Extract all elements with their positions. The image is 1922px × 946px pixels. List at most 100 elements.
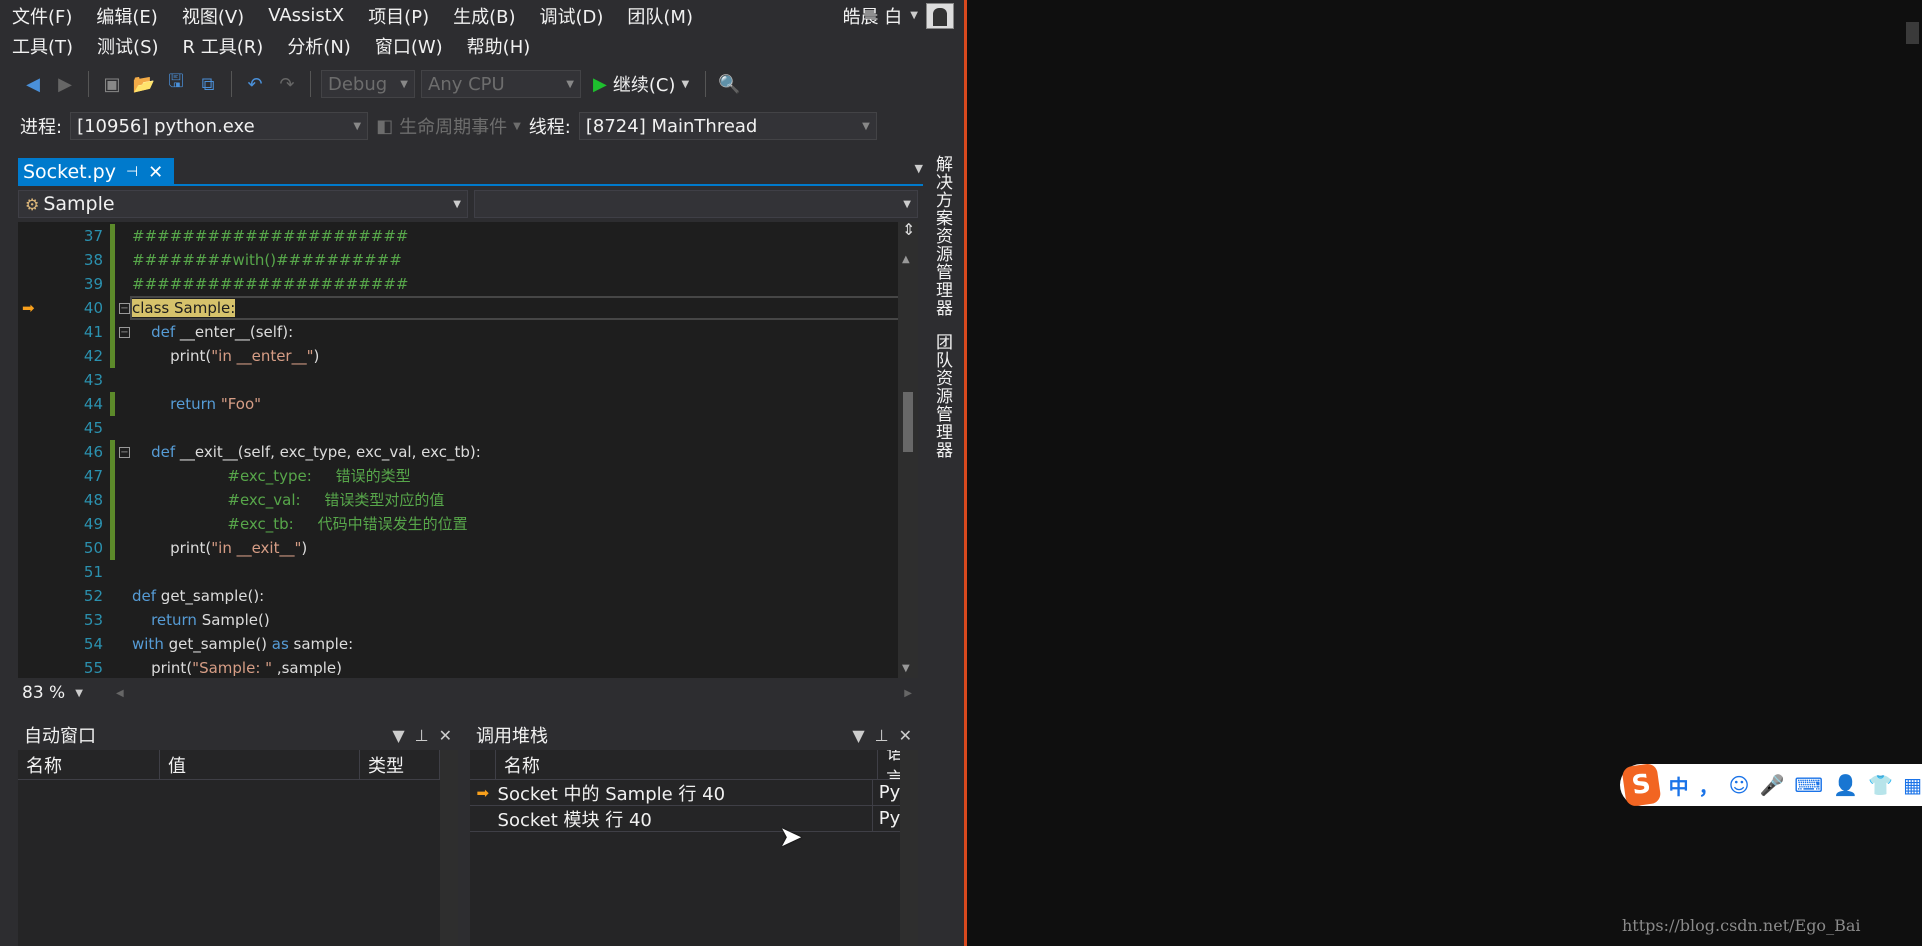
chevron-down-icon[interactable]: ▼ — [681, 79, 689, 90]
back-icon[interactable]: ◀ — [20, 71, 46, 97]
code-line[interactable]: 55 print("Sample: " ,sample) — [18, 656, 898, 678]
code-line[interactable]: 46 − def __exit__(self, exc_type, exc_val… — [18, 440, 898, 464]
user-name[interactable]: 皓晨 白 — [843, 3, 903, 29]
menu-vassistx[interactable]: VAssistX — [256, 5, 356, 26]
tab-solution-explorer[interactable]: 解决方案资源管理器 — [930, 155, 955, 317]
code-line[interactable]: 37 ###################### — [18, 224, 898, 248]
code-line[interactable]: 42 print("in __enter__") — [18, 344, 898, 368]
collapse-icon[interactable]: − — [119, 303, 130, 314]
call-stack-row[interactable]: ➡Socket 中的 Sample 行 40Python — [470, 780, 918, 806]
pin-icon[interactable]: ⊥ — [875, 726, 889, 745]
pin-icon[interactable]: ⊥ — [415, 726, 429, 745]
tab-socket-py[interactable]: Socket.py ⊣ ✕ — [18, 158, 174, 186]
menu-debug[interactable]: 调试(D) — [528, 3, 616, 29]
new-project-icon[interactable]: ▣ — [99, 71, 125, 97]
scroll-down-icon[interactable]: ▼ — [902, 663, 910, 674]
avatar[interactable] — [926, 2, 954, 29]
call-stack-scrollbar[interactable] — [900, 750, 918, 946]
scroll-left-icon[interactable]: ◀ — [116, 688, 124, 699]
split-icon[interactable]: ⇕ — [902, 220, 915, 239]
menu-team[interactable]: 团队(M) — [615, 3, 705, 29]
menu-build[interactable]: 生成(B) — [441, 3, 527, 29]
column-name[interactable]: 名称 — [496, 750, 879, 779]
code-line[interactable]: 44 return "Foo" — [18, 392, 898, 416]
user-account[interactable]: 皓晨 白 ▼ — [843, 0, 954, 31]
type-navigation-select[interactable]: ⚙ Sample ▼ — [18, 190, 468, 218]
collapse-icon[interactable]: − — [119, 447, 130, 458]
microphone-icon[interactable]: 🎤 — [1760, 773, 1785, 797]
find-icon[interactable]: 🔍 — [716, 71, 742, 97]
process-select[interactable]: [10956] python.exe ▼ — [70, 112, 369, 140]
punctuation-icon[interactable]: ， — [1699, 771, 1719, 800]
code-line[interactable]: 45 — [18, 416, 898, 440]
code-line[interactable]: 52 def get_sample(): — [18, 584, 898, 608]
emoji-icon[interactable]: ☺ — [1729, 773, 1750, 797]
keyboard-icon[interactable]: ⌨ — [1794, 773, 1823, 797]
panel-menu-icon[interactable]: ▼ — [392, 726, 404, 745]
code-line[interactable]: 41 − def __enter__(self): — [18, 320, 898, 344]
tab-team-explorer[interactable]: 团队资源管理器 — [930, 333, 955, 459]
panel-menu-icon[interactable]: ▼ — [852, 726, 864, 745]
code-line[interactable]: 39 ###################### — [18, 272, 898, 296]
column-value[interactable]: 值 — [160, 750, 360, 779]
zoom-select[interactable]: 83 % ▼ — [18, 683, 110, 703]
code-line[interactable]: 49 #exc_tb: 代码中错误发生的位置 — [18, 512, 898, 536]
menu-view[interactable]: 视图(V) — [170, 3, 256, 29]
code-line[interactable]: 50 print("in __exit__") — [18, 536, 898, 560]
document-tab-strip: Socket.py ⊣ ✕ ▼ — [18, 158, 923, 186]
scrollbar-thumb[interactable] — [1906, 22, 1919, 44]
toolbox-icon[interactable]: ▦ — [1903, 773, 1922, 797]
code-line[interactable]: 53 return Sample() — [18, 608, 898, 632]
type-navigation-text: Sample — [43, 193, 115, 215]
redo-icon[interactable]: ↷ — [274, 71, 300, 97]
save-all-icon[interactable]: ⧉ — [195, 71, 221, 97]
platform-select[interactable]: Any CPU ▼ — [421, 70, 581, 98]
code-line[interactable]: 51 — [18, 560, 898, 584]
menu-r-tools[interactable]: R 工具(R) — [171, 33, 276, 59]
menu-project[interactable]: 项目(P) — [356, 3, 441, 29]
forward-icon[interactable]: ▶ — [52, 71, 78, 97]
call-stack-row[interactable]: Socket 模块 行 40Python — [470, 806, 918, 832]
column-name[interactable]: 名称 — [18, 750, 160, 779]
close-icon[interactable]: ✕ — [148, 162, 163, 183]
continue-button[interactable]: ▶ 继续(C) ▼ — [587, 71, 695, 97]
code-editor[interactable]: 37 ###################### 38 ########with()… — [18, 222, 898, 678]
scrollbar-thumb[interactable] — [903, 392, 913, 452]
chinese-mode-icon[interactable]: 中 — [1669, 771, 1689, 800]
column-type[interactable]: 类型 — [360, 750, 440, 779]
menu-window[interactable]: 窗口(W) — [363, 33, 455, 59]
skin-icon[interactable]: 👕 — [1868, 773, 1893, 797]
menu-analyze[interactable]: 分析(N) — [275, 33, 363, 59]
menu-edit[interactable]: 编辑(E) — [84, 3, 169, 29]
collapse-icon[interactable]: − — [119, 327, 130, 338]
close-icon[interactable]: ✕ — [899, 726, 912, 745]
lifecycle-events-button[interactable]: ◧ 生命周期事件 ▼ — [376, 113, 521, 139]
undo-icon[interactable]: ↶ — [242, 71, 268, 97]
menu-help[interactable]: 帮助(H) — [455, 33, 543, 59]
open-file-icon[interactable]: 📂 — [131, 71, 157, 97]
autos-scrollbar[interactable] — [440, 750, 458, 946]
scroll-right-icon[interactable]: ▶ — [904, 688, 912, 699]
menu-tools[interactable]: 工具(T) — [0, 33, 85, 59]
pin-icon[interactable]: ⊣ — [126, 164, 138, 180]
menu-test[interactable]: 测试(S) — [85, 33, 170, 59]
code-line[interactable]: 43 — [18, 368, 898, 392]
code-line[interactable]: ➡ 40 − class Sample: — [18, 296, 898, 320]
save-icon[interactable]: 🖫 — [163, 71, 189, 97]
sogou-logo-icon[interactable]: S — [1621, 762, 1662, 808]
editor-vertical-scrollbar[interactable]: ⇕ ▲ ▼ — [898, 220, 918, 678]
code-line[interactable]: 38 ########with()########## — [18, 248, 898, 272]
thread-select[interactable]: [8724] MainThread ▼ — [578, 112, 877, 140]
solution-config-select[interactable]: Debug ▼ — [321, 70, 415, 98]
code-line[interactable]: 54 with get_sample() as sample: — [18, 632, 898, 656]
tab-list-dropdown-icon[interactable]: ▼ — [915, 162, 923, 175]
code-line[interactable]: 48 #exc_val: 错误类型对应的值 — [18, 488, 898, 512]
user-dropdown-icon[interactable]: ▼ — [910, 10, 918, 21]
member-navigation-select[interactable]: ▼ — [474, 190, 918, 218]
chevron-down-icon: ▼ — [513, 120, 521, 132]
close-icon[interactable]: ✕ — [439, 726, 452, 745]
scroll-up-icon[interactable]: ▲ — [902, 254, 910, 265]
user-icon[interactable]: 👤 — [1833, 773, 1858, 797]
menu-file[interactable]: 文件(F) — [0, 3, 84, 29]
code-line[interactable]: 47 #exc_type: 错误的类型 — [18, 464, 898, 488]
